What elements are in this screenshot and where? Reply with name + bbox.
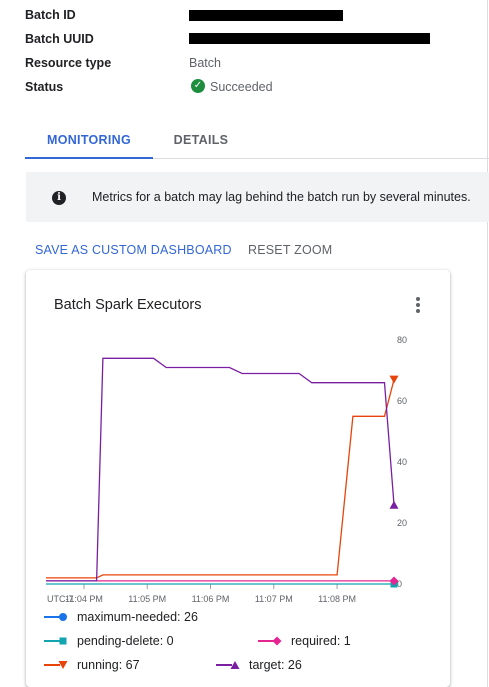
batch-id-redacted (189, 10, 343, 21)
legend-label: running: 67 (77, 658, 140, 672)
target-legend-swatch (216, 661, 240, 669)
x-tick-label: 11:06 PM (192, 594, 230, 604)
batch-id-row: Batch ID (25, 4, 465, 28)
x-tick-label: 11:05 PM (128, 594, 166, 604)
legend-label: target: 26 (249, 658, 302, 672)
target-line (46, 357, 395, 582)
target-end-marker (389, 500, 399, 509)
batch-uuid-label: Batch UUID (25, 32, 94, 46)
executors-chart[interactable]: 020406080 11:04 PM 11:05 PM 11:06 PM 11:07 … (26, 270, 450, 687)
reset-zoom-button[interactable]: RESET ZOOM (248, 243, 332, 257)
info-icon: i (52, 191, 66, 205)
series-lines (46, 357, 395, 585)
tab-bar: MONITORING DETAILS (25, 122, 489, 159)
maximum-needed-legend-swatch (44, 613, 67, 621)
y-tick-label: 40 (397, 457, 407, 467)
x-axis: 11:04 PM 11:05 PM 11:06 PM 11:07 PM 11:08 PM (65, 584, 356, 604)
save-as-custom-dashboard-button[interactable]: SAVE AS CUSTOM DASHBOARD (35, 243, 232, 257)
status-label: Status (25, 80, 64, 94)
running-legend-swatch (44, 661, 68, 669)
series-markers (389, 375, 399, 588)
tab-monitoring[interactable]: MONITORING (25, 133, 153, 147)
resource-type-row: Resource type Batch (25, 52, 465, 76)
pending-delete-legend-swatch (44, 637, 67, 645)
resource-type-value: Batch (189, 56, 221, 70)
required-legend-marker (272, 636, 282, 646)
info-banner: i Metrics for a batch may lag behind the… (26, 172, 489, 222)
y-tick-label: 80 (397, 335, 407, 345)
check-circle-icon: ✓ (191, 79, 205, 93)
batch-properties: Batch ID Batch UUID Resource type Batch … (25, 4, 465, 100)
panel-border (487, 0, 488, 687)
batch-uuid-row: Batch UUID (25, 28, 465, 52)
required-legend-swatch (258, 636, 282, 646)
running-end-marker (389, 375, 399, 384)
pending-delete-legend-marker (59, 637, 67, 645)
y-axis: 020406080 (397, 335, 407, 589)
tab-details[interactable]: DETAILS (153, 133, 249, 147)
running-line (46, 379, 395, 579)
status-value: Succeeded (210, 80, 273, 94)
timezone-label: UTC-7 (47, 594, 74, 604)
info-banner-text: Metrics for a batch may lag behind the b… (92, 190, 471, 204)
status-row: Status ✓ Succeeded (25, 76, 465, 100)
x-tick-label: 11:07 PM (255, 594, 293, 604)
active-tab-indicator (25, 157, 153, 159)
legend-label: pending-delete: 0 (77, 634, 174, 648)
batch-id-label: Batch ID (25, 8, 76, 22)
maximum-needed-legend-marker (59, 613, 67, 621)
chart-card: Batch Spark Executors 0 20 40 60 80 11:04 PM… (26, 270, 450, 687)
y-tick-label: 60 (397, 396, 407, 406)
resource-type-label: Resource type (25, 56, 112, 70)
x-tick-label: 11:08 PM (318, 594, 356, 604)
legend-label: required: 1 (291, 634, 351, 648)
y-tick-label: 20 (397, 518, 407, 528)
batch-uuid-redacted (189, 33, 430, 44)
legend-label: maximum-needed: 26 (77, 610, 198, 624)
